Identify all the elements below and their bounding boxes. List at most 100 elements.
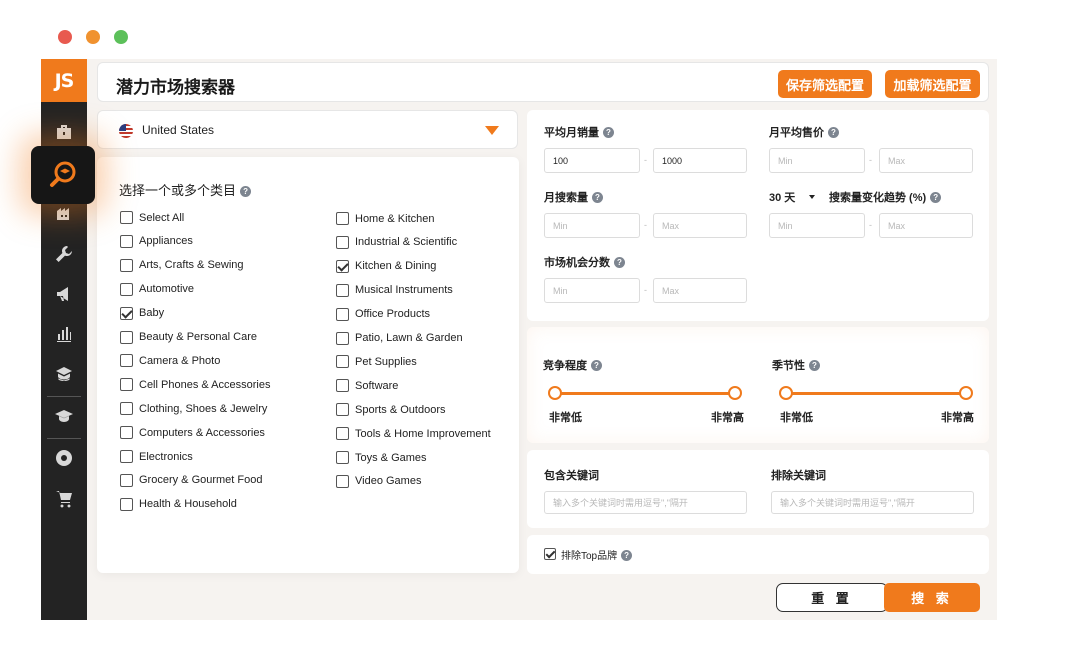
category-option[interactable]: Home & Kitchen: [336, 212, 434, 225]
competition-max-handle[interactable]: [728, 386, 742, 400]
country-select[interactable]: United States: [97, 110, 518, 149]
help-icon[interactable]: ?: [603, 127, 614, 138]
sidebar-item-megaphone[interactable]: [41, 277, 87, 311]
category-checkbox[interactable]: [336, 474, 349, 488]
category-checkbox[interactable]: [120, 211, 133, 224]
category-checkbox[interactable]: [120, 450, 133, 463]
search-button[interactable]: 搜 索: [884, 583, 980, 612]
category-checkbox[interactable]: [120, 354, 133, 368]
load-filter-button[interactable]: 加载筛选配置: [885, 70, 980, 98]
competition-min-handle[interactable]: [548, 386, 562, 400]
category-checkbox[interactable]: [336, 403, 349, 417]
category-option[interactable]: Clothing, Shoes & Jewelry: [120, 402, 267, 416]
category-checkbox[interactable]: [120, 402, 133, 416]
category-checkbox[interactable]: [120, 426, 133, 440]
category-option[interactable]: Automotive: [120, 282, 194, 296]
brand-logo[interactable]: JS: [41, 59, 87, 102]
category-checkbox[interactable]: [336, 427, 349, 441]
search-volume-min-input[interactable]: Min: [544, 213, 640, 238]
category-checkbox[interactable]: [120, 234, 133, 248]
sidebar-item-market-search[interactable]: [31, 146, 95, 204]
sidebar-item-analytics[interactable]: [41, 317, 87, 351]
sidebar-item-courses[interactable]: [41, 399, 87, 433]
category-checkbox[interactable]: [120, 330, 133, 344]
category-option[interactable]: Tools & Home Improvement: [336, 427, 491, 441]
category-option[interactable]: Software: [336, 379, 399, 393]
category-checkbox[interactable]: [336, 379, 349, 393]
trend-min-input[interactable]: Min: [769, 213, 865, 238]
category-label: Office Products: [355, 308, 430, 321]
help-icon[interactable]: ?: [591, 360, 602, 371]
minimize-window-button[interactable]: [86, 30, 100, 44]
category-option[interactable]: Cell Phones & Accessories: [120, 378, 270, 392]
help-icon[interactable]: ?: [592, 192, 603, 203]
category-option[interactable]: Musical Instruments: [336, 283, 453, 297]
opportunity-max-input[interactable]: Max: [653, 278, 747, 303]
search-volume-max-input[interactable]: Max: [653, 213, 747, 238]
category-option[interactable]: Computers & Accessories: [120, 426, 265, 440]
category-option[interactable]: Toys & Games: [336, 451, 427, 464]
category-option[interactable]: Baby: [120, 306, 164, 320]
category-checkbox[interactable]: [120, 497, 133, 511]
reset-button[interactable]: 重 置: [776, 583, 888, 612]
category-option[interactable]: Pet Supplies: [336, 355, 417, 369]
help-icon[interactable]: ?: [809, 360, 820, 371]
maximize-window-button[interactable]: [114, 30, 128, 44]
help-icon[interactable]: ?: [930, 192, 942, 203]
exclude-keywords-input[interactable]: 输入多个关键词时需用逗号","隔开: [771, 491, 974, 514]
category-option[interactable]: Appliances: [120, 234, 193, 248]
category-option[interactable]: Electronics: [120, 450, 193, 463]
competition-slider-track[interactable]: [555, 392, 737, 395]
sidebar-item-extension[interactable]: [41, 441, 87, 475]
category-checkbox[interactable]: [336, 235, 349, 249]
opportunity-min-input[interactable]: Min: [544, 278, 640, 303]
category-option[interactable]: Office Products: [336, 307, 430, 321]
trend-max-input[interactable]: Max: [879, 213, 973, 238]
avg-price-min-input[interactable]: Min: [769, 148, 865, 173]
category-label: Software: [355, 379, 399, 392]
category-checkbox[interactable]: [336, 212, 349, 225]
category-option[interactable]: Select All: [120, 211, 184, 224]
category-checkbox[interactable]: [336, 451, 349, 464]
category-checkbox[interactable]: [336, 259, 349, 273]
category-option[interactable]: Arts, Crafts & Sewing: [120, 258, 244, 272]
include-keywords-input[interactable]: 输入多个关键词时需用逗号","隔开: [544, 491, 747, 514]
category-option[interactable]: Sports & Outdoors: [336, 403, 446, 417]
seasonality-min-handle[interactable]: [779, 386, 793, 400]
category-checkbox[interactable]: [120, 473, 133, 487]
category-option[interactable]: Health & Household: [120, 497, 237, 511]
category-checkbox[interactable]: [120, 258, 133, 272]
help-icon[interactable]: ?: [828, 127, 839, 138]
category-checkbox[interactable]: [336, 331, 349, 345]
category-option[interactable]: Patio, Lawn & Garden: [336, 331, 463, 345]
category-option[interactable]: Kitchen & Dining: [336, 259, 436, 273]
sidebar-item-briefcase[interactable]: [41, 115, 87, 149]
category-checkbox[interactable]: [120, 282, 133, 296]
category-option[interactable]: Industrial & Scientific: [336, 235, 457, 249]
exclude-top-checkbox[interactable]: [544, 548, 556, 560]
monthly-sales-max-input[interactable]: 1000: [653, 148, 747, 173]
seasonality-slider-track[interactable]: [786, 392, 968, 395]
category-option[interactable]: Video Games: [336, 474, 421, 488]
avg-price-label: 月平均售价?: [769, 124, 839, 140]
category-checkbox[interactable]: [120, 378, 133, 392]
category-checkbox[interactable]: [336, 307, 349, 321]
monthly-sales-min-input[interactable]: 100: [544, 148, 640, 173]
help-icon[interactable]: ?: [621, 550, 633, 561]
category-option[interactable]: Camera & Photo: [120, 354, 220, 368]
category-checkbox[interactable]: [336, 283, 349, 297]
seasonality-max-handle[interactable]: [959, 386, 973, 400]
sidebar-item-academy[interactable]: [41, 357, 87, 391]
sidebar-item-cart[interactable]: [41, 481, 87, 515]
close-window-button[interactable]: [58, 30, 72, 44]
help-icon[interactable]: ?: [614, 257, 625, 268]
category-option[interactable]: Beauty & Personal Care: [120, 330, 257, 344]
avg-price-max-input[interactable]: Max: [879, 148, 973, 173]
category-checkbox[interactable]: [336, 355, 349, 369]
category-option[interactable]: Grocery & Gourmet Food: [120, 473, 263, 487]
help-icon[interactable]: ?: [240, 186, 252, 197]
save-filter-button[interactable]: 保存筛选配置: [778, 70, 872, 98]
category-checkbox[interactable]: [120, 306, 133, 320]
sidebar-item-wrench[interactable]: [41, 237, 87, 271]
trend-period-select[interactable]: 30 天: [769, 189, 816, 205]
